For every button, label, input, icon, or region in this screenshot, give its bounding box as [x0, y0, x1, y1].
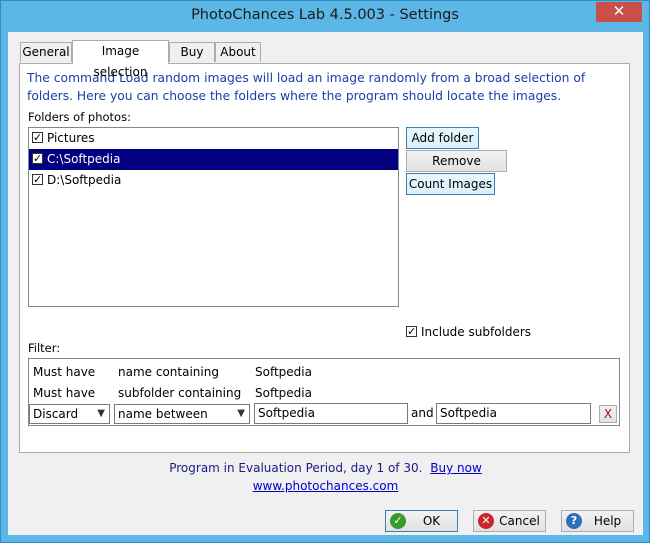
- add-folder-button[interactable]: Add folder: [406, 127, 479, 149]
- folder-label: D:\Softpedia: [47, 173, 122, 187]
- website-line: www.photochances.com: [8, 479, 643, 493]
- filter-value: Softpedia: [255, 365, 312, 379]
- settings-window: PhotoChances Lab 4.5.003 - Settings ✕ Ge…: [0, 0, 650, 543]
- filter-criterion-value: name between: [118, 407, 208, 421]
- filter-mode: Must have: [33, 365, 96, 379]
- help-icon: ?: [566, 513, 582, 529]
- chevron-down-icon: ▼: [237, 408, 245, 419]
- tab-general[interactable]: General: [20, 42, 72, 62]
- website-link[interactable]: www.photochances.com: [253, 479, 399, 493]
- checkbox-checked-icon[interactable]: ✓: [406, 326, 417, 337]
- ok-label: OK: [422, 514, 441, 528]
- cancel-button[interactable]: ✕ Cancel: [473, 510, 546, 532]
- list-item[interactable]: ✓ C:\Softpedia: [29, 149, 398, 170]
- close-icon: ✕: [612, 2, 626, 20]
- close-button[interactable]: ✕: [596, 2, 642, 22]
- help-label: Help: [593, 514, 622, 528]
- cancel-icon: ✕: [478, 513, 494, 529]
- filter-value: Softpedia: [255, 386, 312, 400]
- list-item[interactable]: ✓ Pictures: [29, 128, 398, 149]
- chevron-down-icon: ▼: [97, 408, 105, 419]
- window-title: PhotoChances Lab 4.5.003 - Settings: [191, 7, 459, 23]
- folders-list[interactable]: ✓ Pictures ✓ C:\Softpedia ✓ D:\Softpedia: [28, 127, 399, 307]
- ok-button[interactable]: ✓ OK: [385, 510, 458, 532]
- tab-about[interactable]: About: [215, 42, 261, 62]
- cancel-label: Cancel: [499, 514, 540, 528]
- dialog-client: General Image selection Buy About The co…: [8, 32, 643, 535]
- tab-image-selection[interactable]: Image selection: [72, 40, 169, 79]
- folder-label: Pictures: [47, 131, 95, 145]
- count-images-button[interactable]: Count Images: [406, 173, 495, 195]
- filter-mode-select[interactable]: Discard ▼: [29, 404, 110, 424]
- filter-value2-input[interactable]: Softpedia: [436, 403, 591, 424]
- filter-criterion: subfolder containing: [118, 386, 242, 400]
- tab-buy[interactable]: Buy: [169, 42, 215, 62]
- include-subfolders-label: Include subfolders: [421, 325, 532, 339]
- filter-label: Filter:: [28, 341, 61, 355]
- help-button[interactable]: ? Help: [561, 510, 634, 532]
- checkbox-checked-icon[interactable]: ✓: [32, 153, 43, 164]
- filter-criterion-select[interactable]: name between ▼: [114, 404, 250, 424]
- delete-filter-button[interactable]: X: [599, 405, 617, 423]
- checkbox-checked-icon[interactable]: ✓: [32, 132, 43, 143]
- buy-now-link[interactable]: Buy now: [430, 461, 482, 475]
- and-label: and: [411, 406, 434, 420]
- filter-mode: Must have: [33, 386, 96, 400]
- evaluation-text: Program in Evaluation Period, day 1 of 3…: [169, 461, 423, 475]
- folders-label: Folders of photos:: [28, 110, 131, 124]
- filter-box: Must have name containing Softpedia Must…: [28, 358, 620, 426]
- evaluation-line: Program in Evaluation Period, day 1 of 3…: [8, 461, 643, 475]
- title-bar[interactable]: PhotoChances Lab 4.5.003 - Settings ✕: [1, 1, 649, 33]
- checkbox-checked-icon[interactable]: ✓: [32, 174, 43, 185]
- folder-label: C:\Softpedia: [47, 152, 121, 166]
- remove-selected-button[interactable]: Remove selected: [406, 150, 507, 188]
- filter-value-input[interactable]: Softpedia: [254, 403, 408, 424]
- filter-criterion: name containing: [118, 365, 219, 379]
- image-selection-panel: The command Load random images will load…: [19, 63, 630, 453]
- list-item[interactable]: ✓ D:\Softpedia: [29, 170, 398, 191]
- check-icon: ✓: [390, 513, 406, 529]
- filter-mode-value: Discard: [33, 407, 79, 421]
